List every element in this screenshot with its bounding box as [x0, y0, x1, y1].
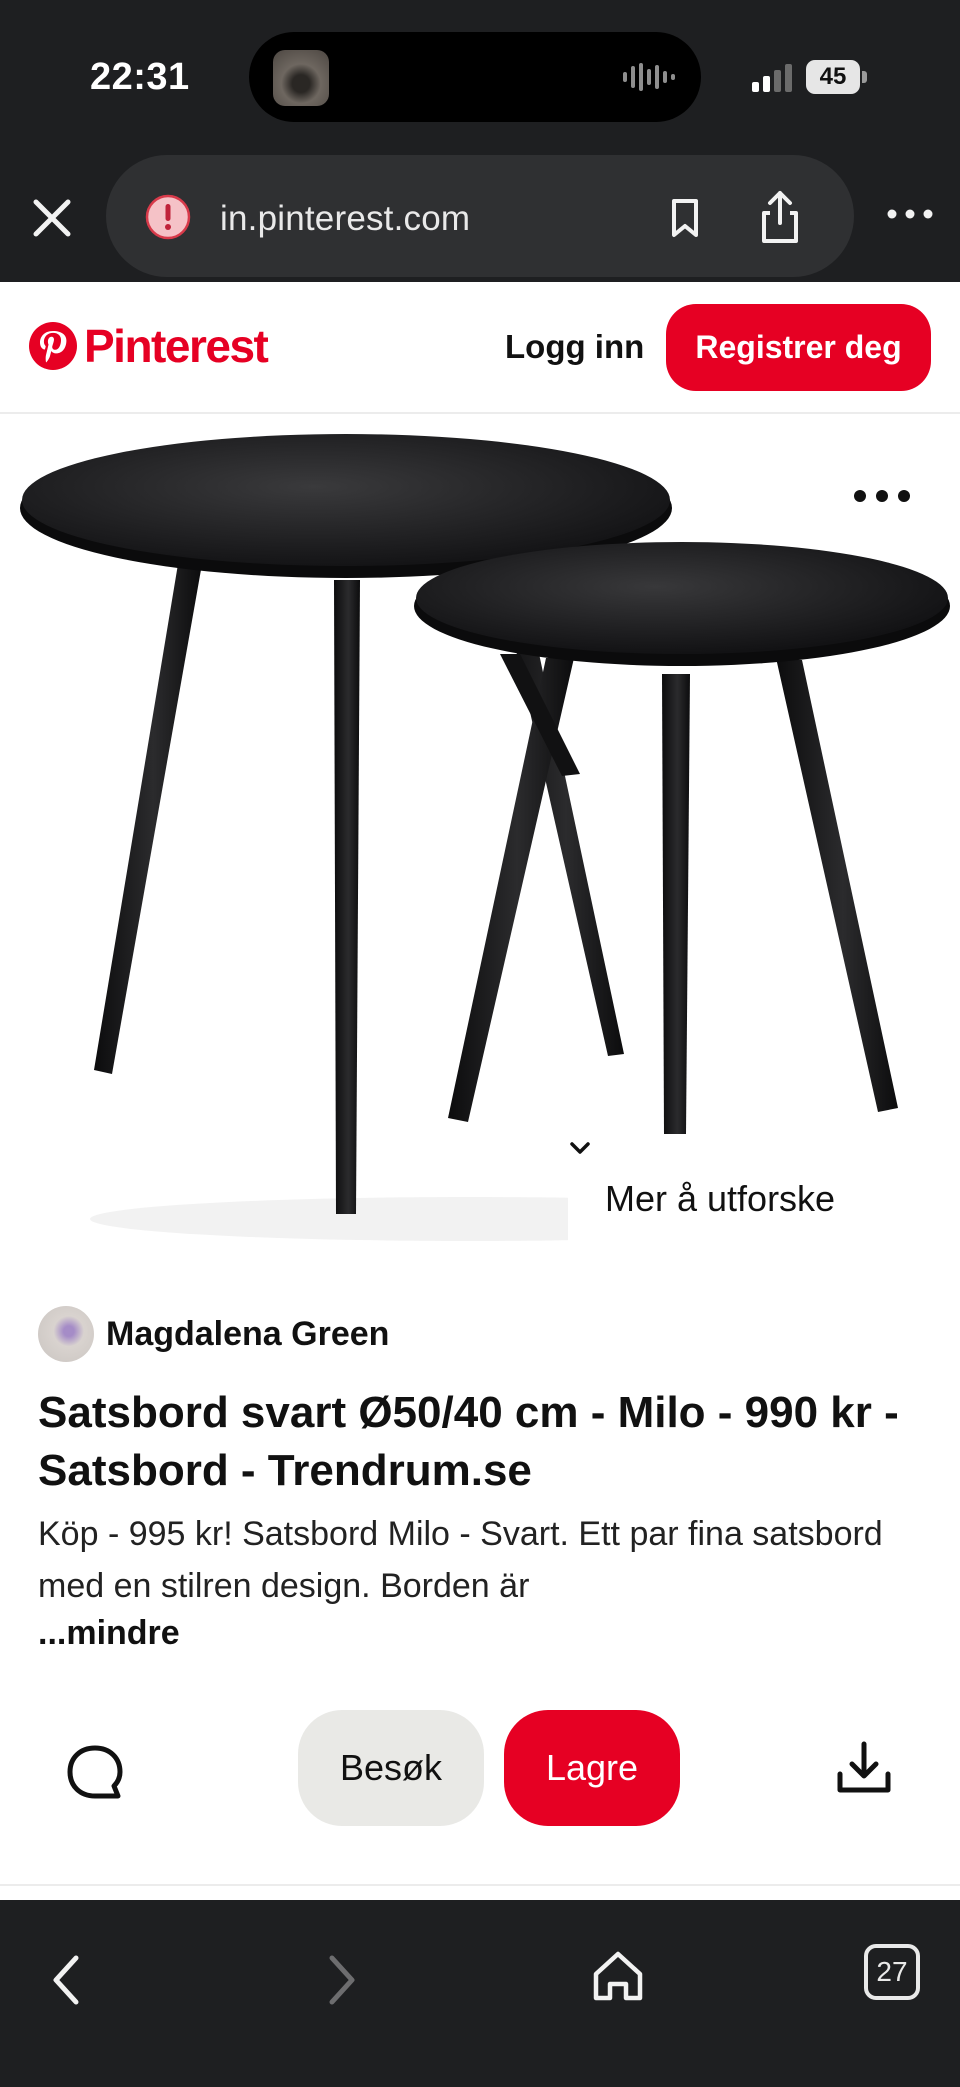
- browser-bottom-toolbar: 27: [0, 1900, 960, 2087]
- battery-tip: [862, 71, 867, 83]
- pinterest-logo-icon: [29, 322, 77, 370]
- show-less-link[interactable]: ...mindre: [38, 1614, 180, 1653]
- register-button[interactable]: Registrer deg: [666, 304, 931, 391]
- creator-name[interactable]: Magdalena Green: [106, 1315, 389, 1354]
- share-icon[interactable]: [750, 187, 810, 247]
- close-icon[interactable]: [22, 188, 82, 248]
- status-bar: 22:31 45: [0, 0, 960, 150]
- pin-title: Satsbord svart Ø50/40 cm - Milo - 990 kr…: [38, 1388, 899, 1495]
- nesting-tables-photo: [20, 434, 950, 1241]
- divider: [0, 1884, 960, 1886]
- site-header: Pinterest Logg inn Registrer deg: [0, 282, 960, 414]
- address-bar[interactable]: in.pinterest.com: [106, 155, 854, 277]
- browser-toolbar: in.pinterest.com: [0, 150, 960, 282]
- dynamic-island[interactable]: [249, 32, 701, 122]
- pin-more-icon[interactable]: [850, 484, 914, 508]
- creator-row[interactable]: Magdalena Green: [38, 1305, 389, 1363]
- visit-button[interactable]: Besøk: [298, 1710, 484, 1826]
- audio-wave-icon: [623, 62, 675, 92]
- url-text[interactable]: in.pinterest.com: [220, 199, 470, 239]
- save-button[interactable]: Lagre: [504, 1710, 680, 1826]
- back-icon[interactable]: [46, 1950, 86, 2010]
- pin-image[interactable]: Mer å utforske: [0, 414, 960, 1256]
- bookmark-icon[interactable]: [660, 193, 710, 243]
- more-icon[interactable]: [880, 194, 940, 234]
- forward-icon[interactable]: [322, 1950, 362, 2010]
- home-icon[interactable]: [588, 1946, 648, 2006]
- login-link[interactable]: Logg inn: [505, 328, 644, 366]
- tabs-icon[interactable]: 27: [864, 1944, 920, 2000]
- more-to-explore-tab[interactable]: Mer å utforske: [568, 1140, 960, 1256]
- status-time: 22:31: [90, 56, 190, 98]
- more-to-explore-label: Mer å utforske: [605, 1178, 836, 1219]
- battery-icon: 45: [806, 60, 860, 94]
- site-warning-icon[interactable]: [144, 193, 192, 241]
- chevron-down-icon: [570, 1142, 590, 1154]
- pinterest-logo[interactable]: Pinterest: [28, 318, 269, 374]
- pin-description: Köp - 995 kr! Satsbord Milo - Svart. Ett…: [38, 1515, 883, 1605]
- comment-icon[interactable]: [62, 1740, 128, 1806]
- now-playing-artwork: [273, 50, 329, 106]
- pinterest-logo-text: Pinterest: [84, 320, 269, 372]
- signal-icon: [752, 64, 792, 92]
- avatar[interactable]: [38, 1306, 94, 1362]
- download-icon[interactable]: [832, 1736, 896, 1800]
